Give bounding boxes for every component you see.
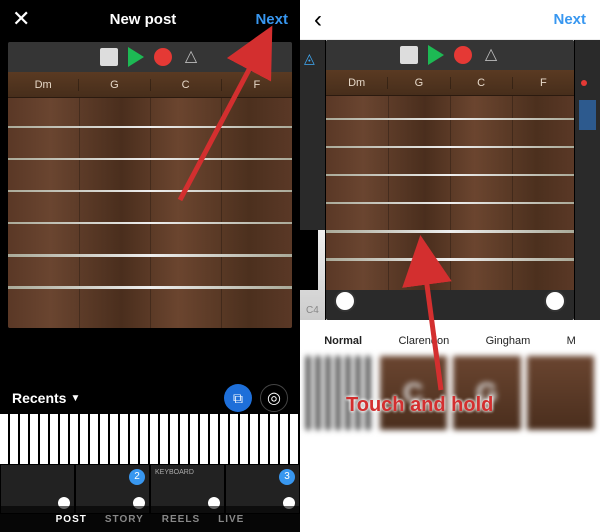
tab-live[interactable]: LIVE xyxy=(218,514,244,525)
transport-controls xyxy=(326,40,574,70)
next-button[interactable]: Next xyxy=(255,11,288,28)
tab-reels[interactable]: REELS xyxy=(162,514,200,525)
filter-thumbnails: C G xyxy=(300,356,600,430)
left-phone: ✕ New post Next Dm G C F xyxy=(0,0,300,532)
next-button[interactable]: Next xyxy=(553,11,586,28)
filter-label-gingham[interactable]: Gingham xyxy=(486,335,531,347)
gallery: 2 KEYBOARD 3 POST STORY REELS LIVE xyxy=(0,414,300,532)
multi-select-icon[interactable] xyxy=(224,384,252,412)
fretboard xyxy=(326,96,574,290)
gallery-thumb[interactable] xyxy=(0,414,300,464)
chord-label: F xyxy=(513,77,574,89)
annotation-text: Touch and hold xyxy=(346,394,493,417)
volume-knob-icon[interactable] xyxy=(334,290,356,312)
recents-dropdown[interactable]: Recents ▼ xyxy=(12,390,80,406)
recents-label: Recents xyxy=(12,390,66,406)
play-icon[interactable] xyxy=(128,47,144,67)
filter-preview[interactable]: ◬ C4 Dm G C F xyxy=(300,40,600,320)
right-phone: ‹ Next ◬ C4 Dm G C xyxy=(300,0,600,532)
tuner-icon: ◬ xyxy=(304,50,315,67)
keyboard-label: KEYBOARD xyxy=(155,469,194,476)
left-header: ✕ New post Next xyxy=(0,0,300,38)
volume-knob-icon[interactable] xyxy=(544,290,566,312)
metronome-icon[interactable] xyxy=(482,46,500,64)
record-icon[interactable] xyxy=(154,48,172,66)
chord-label: Dm xyxy=(8,79,79,91)
right-header: ‹ Next xyxy=(300,0,600,40)
close-icon[interactable]: ✕ xyxy=(12,6,30,32)
record-icon[interactable] xyxy=(454,46,472,64)
chord-label: Dm xyxy=(326,77,388,89)
tab-story[interactable]: STORY xyxy=(105,514,144,525)
metronome-icon[interactable] xyxy=(182,48,200,66)
note-label: C4 xyxy=(306,305,319,316)
filter-thumb[interactable]: C xyxy=(380,356,448,430)
filter-label-normal[interactable]: Normal xyxy=(324,335,362,347)
back-icon[interactable]: ‹ xyxy=(314,6,322,34)
tab-post[interactable]: POST xyxy=(56,514,87,525)
selection-badge: 2 xyxy=(129,469,145,485)
next-media-peek[interactable] xyxy=(574,40,600,320)
album-picker-bar: Recents ▼ xyxy=(0,382,300,414)
selection-badge: 3 xyxy=(279,469,295,485)
header-title: New post xyxy=(110,11,177,28)
prev-media-peek[interactable]: ◬ C4 xyxy=(300,40,326,320)
guitar-preview: Dm G C F xyxy=(8,42,292,328)
chord-label: F xyxy=(222,79,292,91)
chord-label: C xyxy=(451,77,513,89)
chord-bar: Dm G C F xyxy=(326,70,574,96)
transport-controls xyxy=(8,42,292,72)
stop-icon[interactable] xyxy=(100,48,118,66)
media-preview[interactable]: Dm G C F xyxy=(8,42,292,328)
chord-label: G xyxy=(79,79,150,91)
chord-bar: Dm G C F xyxy=(8,72,292,98)
fretboard xyxy=(8,98,292,328)
guitar-preview: Dm G C F xyxy=(326,40,574,320)
stop-icon[interactable] xyxy=(400,46,418,64)
filter-thumb[interactable]: G xyxy=(453,356,521,430)
filter-thumb[interactable] xyxy=(527,356,595,430)
chord-label: C xyxy=(151,79,222,91)
record-dot-icon xyxy=(581,80,587,86)
mode-tabs: POST STORY REELS LIVE xyxy=(0,506,300,532)
chevron-down-icon: ▼ xyxy=(70,393,80,404)
filter-label-clarendon[interactable]: Clarendon xyxy=(398,335,449,347)
play-icon[interactable] xyxy=(428,45,444,65)
camera-icon[interactable] xyxy=(260,384,288,412)
track-region xyxy=(579,100,596,130)
filter-labels: Normal Clarendon Gingham M xyxy=(300,326,600,356)
filter-label-more[interactable]: M xyxy=(567,335,576,347)
chord-label: G xyxy=(388,77,450,89)
filter-thumb[interactable] xyxy=(306,356,374,430)
